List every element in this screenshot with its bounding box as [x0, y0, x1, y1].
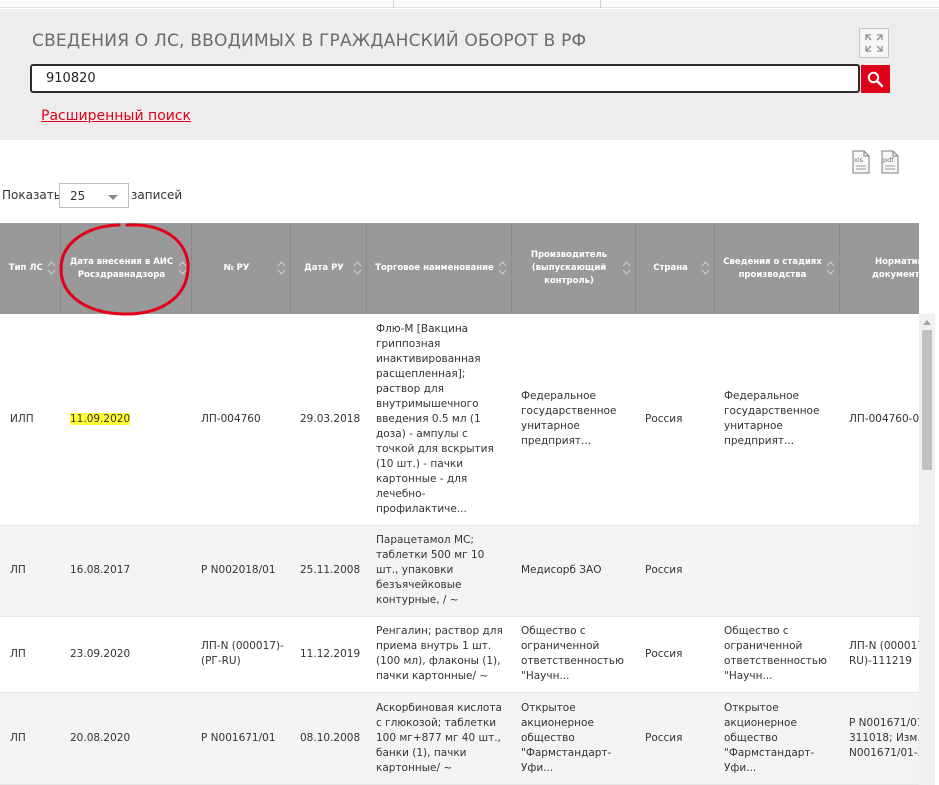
cell-manufacturer: Медисорб ЗАО: [511, 525, 635, 617]
page-size-value: 25: [70, 189, 86, 203]
cell-date-ais: 16.08.2017: [60, 525, 191, 617]
cell-ru-number: ЛП-N (000017)-(РГ-RU): [191, 616, 290, 693]
export-xls-button[interactable]: xls: [850, 150, 872, 174]
pdf-file-icon: pdf: [881, 150, 899, 174]
top-strip: [0, 0, 939, 8]
sort-icon: [277, 261, 285, 275]
cell-date-ais: 20.08.2020: [60, 692, 191, 785]
column-header-manufacturer[interactable]: Производитель (выпускающий контроль): [511, 223, 636, 314]
svg-text:xls: xls: [854, 156, 864, 164]
cell-date-ais: 11.09.2020: [60, 314, 191, 526]
cell-manufacturer: Федеральное государственное унитарное пр…: [511, 314, 635, 526]
table-row[interactable]: ИЛП 11.09.2020 ЛП-004760 29.03.2018 Флю-…: [0, 314, 919, 526]
expand-icon: [865, 34, 883, 52]
cell-trade-name: Парацетамол МС; таблетки 500 мг 10 шт., …: [366, 525, 511, 617]
table-row[interactable]: ЛП 16.08.2017 Р N002018/01 25.11.2008 Па…: [0, 525, 919, 617]
page-title: СВЕДЕНИЯ О ЛС, ВВОДИМЫХ В ГРАЖДАНСКИЙ ОБ…: [32, 31, 587, 51]
cell-country: Россия: [635, 314, 714, 526]
column-header-type[interactable]: Тип ЛС: [0, 223, 61, 314]
cell-norm-doc: ЛП-004760-070819: [839, 314, 919, 526]
cell-stages: Федеральное государственное унитарное пр…: [714, 314, 839, 526]
cell-type: ЛП: [0, 692, 60, 785]
cell-ru-number: Р N002018/01: [191, 525, 290, 617]
sort-icon: [353, 261, 361, 275]
table-scrollbar[interactable]: [919, 314, 935, 785]
advanced-search-link[interactable]: Расширенный поиск: [41, 108, 191, 124]
cell-ru-date: 29.03.2018: [290, 314, 366, 526]
cell-trade-name: Аскорбиновая кислота с глюкозой; таблетк…: [366, 692, 511, 785]
search-panel: СВЕДЕНИЯ О ЛС, ВВОДИМЫХ В ГРАЖДАНСКИЙ ОБ…: [0, 9, 939, 140]
annotation-circle: [59, 223, 190, 316]
scrollbar-thumb[interactable]: [922, 330, 932, 470]
search-input[interactable]: [30, 64, 860, 93]
cell-stages: Общество с ограниченной ответственностью…: [714, 616, 839, 693]
sort-icon: [498, 261, 506, 275]
cell-ru-date: 08.10.2008: [290, 692, 366, 785]
cell-type: ЛП: [0, 616, 60, 693]
svg-text:pdf: pdf: [883, 156, 894, 164]
page-size-label: Показать: [2, 188, 61, 202]
top-strip-divider: [393, 0, 394, 8]
cell-country: Россия: [635, 525, 714, 617]
page-size-select[interactable]: 25: [59, 183, 129, 208]
cell-ru-number: ЛП-004760: [191, 314, 290, 526]
column-header-ru-date[interactable]: Дата РУ: [290, 223, 367, 314]
cell-type: ЛП: [0, 525, 60, 617]
cell-stages: [714, 525, 839, 617]
cell-manufacturer: Открытое акционерное общество "Фармстанд…: [511, 692, 635, 785]
highlighted-date: 11.09.2020: [70, 412, 131, 425]
cell-type: ИЛП: [0, 314, 60, 526]
xls-file-icon: xls: [852, 150, 870, 174]
scroll-up-icon[interactable]: [923, 320, 931, 325]
cell-stages: Открытое акционерное общество "Фармстанд…: [714, 692, 839, 785]
fullscreen-button[interactable]: [859, 28, 889, 58]
column-header-trade-name[interactable]: Торговое наименование: [366, 223, 512, 314]
chevron-down-icon: [108, 195, 118, 200]
records-label: записей: [131, 188, 183, 202]
search-button[interactable]: [861, 65, 890, 93]
cell-trade-name: Флю-М [Вакцина гриппозная инактивированн…: [366, 314, 511, 526]
column-header-ru-number[interactable]: № РУ: [191, 223, 291, 314]
column-header-norm-doc[interactable]: Нормативная документация: [839, 223, 919, 314]
sort-icon: [47, 261, 55, 275]
cell-date-ais: 23.09.2020: [60, 616, 191, 693]
cell-norm-doc: ЛП-N (000017)-(РГ-RU)-111219: [839, 616, 919, 693]
sort-icon: [622, 261, 630, 275]
sort-icon: [701, 261, 709, 275]
table-row[interactable]: ЛП 20.08.2020 Р N001671/01 08.10.2008 Ас…: [0, 692, 919, 785]
cell-ru-date: 11.12.2019: [290, 616, 366, 693]
cell-manufacturer: Общество с ограниченной ответственностью…: [511, 616, 635, 693]
column-header-stages[interactable]: Сведения о стадиях производства: [714, 223, 840, 314]
cell-norm-doc: Р N001671/01-311018; Изм. к Р N001671/01…: [839, 692, 919, 785]
search-icon: [867, 71, 884, 88]
cell-norm-doc: [839, 525, 919, 617]
cell-trade-name: Ренгалин; раствор для приема внутрь 1 шт…: [366, 616, 511, 693]
top-strip-divider: [600, 0, 601, 8]
cell-ru-date: 25.11.2008: [290, 525, 366, 617]
sort-icon: [826, 261, 834, 275]
table-row[interactable]: ЛП 23.09.2020 ЛП-N (000017)-(РГ-RU) 11.1…: [0, 616, 919, 693]
cell-country: Россия: [635, 692, 714, 785]
cell-country: Россия: [635, 616, 714, 693]
cell-ru-number: Р N001671/01: [191, 692, 290, 785]
column-header-country[interactable]: Страна: [635, 223, 715, 314]
export-pdf-button[interactable]: pdf: [879, 150, 901, 174]
